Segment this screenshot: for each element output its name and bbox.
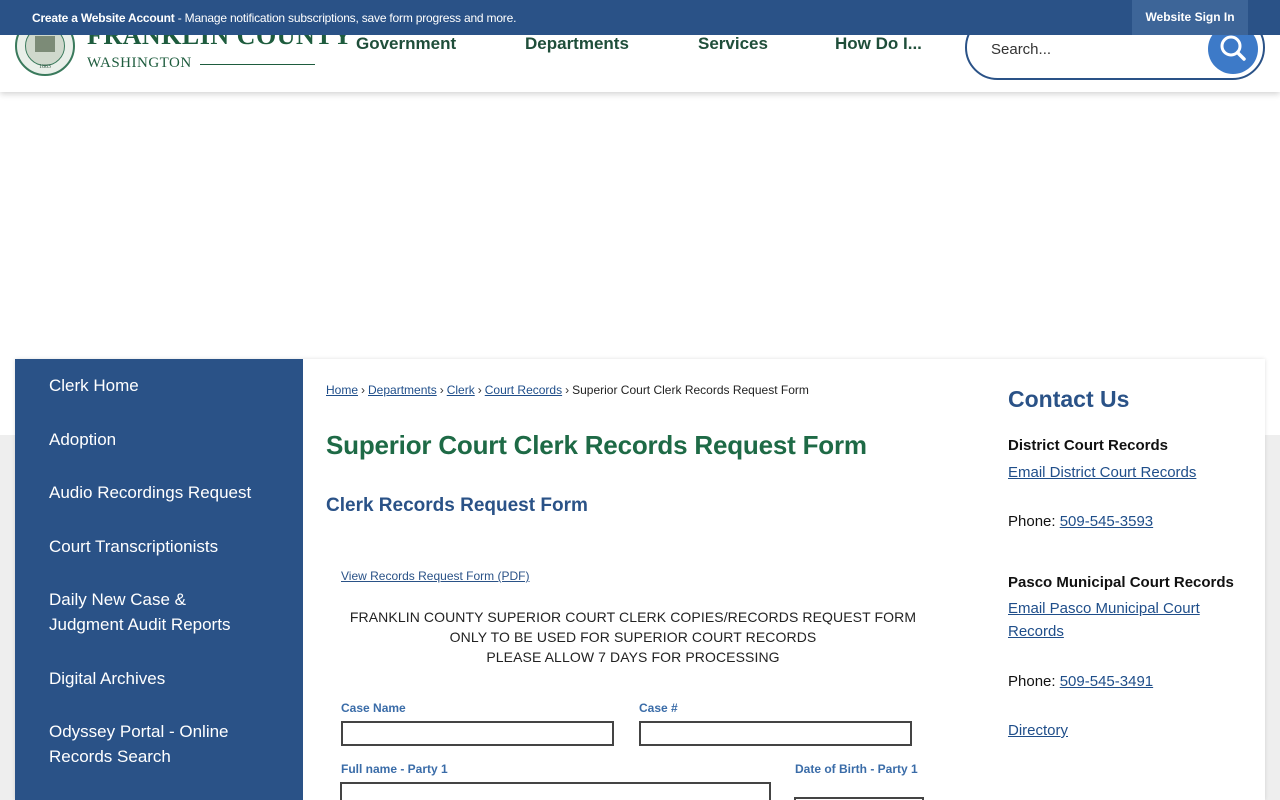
pasco-phone-link[interactable]: 509-545-3491 — [1060, 673, 1153, 690]
breadcrumb-clerk[interactable]: Clerk — [447, 383, 475, 397]
directory-link[interactable]: Directory — [1008, 719, 1238, 742]
breadcrumb-court-records[interactable]: Court Records — [485, 383, 562, 397]
view-pdf-form-link[interactable]: View Records Request Form (PDF) — [341, 569, 530, 583]
sidebar-item-digital-archives[interactable]: Digital Archives — [49, 666, 279, 691]
phone-label: Phone: — [1008, 673, 1060, 690]
phone-label: Phone: — [1008, 513, 1060, 530]
form-notice: FRANKLIN COUNTY SUPERIOR COURT CLERK COP… — [341, 607, 925, 667]
breadcrumb-current: Superior Court Clerk Records Request For… — [572, 383, 809, 397]
breadcrumb-home[interactable]: Home — [326, 383, 358, 397]
full-name-party1-label: Full name - Party 1 — [341, 762, 448, 776]
case-name-label: Case Name — [341, 701, 406, 715]
account-bar: Create a Website Account - Manage notifi… — [0, 0, 1280, 35]
sidebar-item-court-transcriptionists[interactable]: Court Transcriptionists — [49, 534, 279, 559]
breadcrumb-departments[interactable]: Departments — [368, 383, 437, 397]
breadcrumb-separator: › — [477, 383, 482, 397]
breadcrumb-separator: › — [439, 383, 444, 397]
sidebar-item-audio-recordings[interactable]: Audio Recordings Request — [49, 480, 279, 505]
pasco-phone: Phone: 509-545-3491 — [1008, 673, 1153, 690]
district-phone-link[interactable]: 509-545-3593 — [1060, 513, 1153, 530]
nav-departments[interactable]: Departments — [525, 34, 629, 54]
nav-government[interactable]: Government — [356, 34, 456, 54]
contact-heading: Contact Us — [1008, 386, 1130, 412]
create-account-link[interactable]: Create a Website Account — [32, 11, 175, 25]
courthouse-icon — [35, 36, 55, 52]
breadcrumb: Home › Departments › Clerk › Court Records › Sup… — [326, 383, 809, 397]
district-court-heading: District Court Records — [1008, 437, 1169, 454]
logo-divider — [200, 64, 315, 65]
notice-line: ONLY TO BE USED FOR SUPERIOR COURT RECOR… — [449, 629, 817, 645]
breadcrumb-separator: › — [565, 383, 570, 397]
pasco-court-heading: Pasco Municipal Court Records — [1008, 574, 1234, 591]
website-sign-in-button[interactable]: Website Sign In — [1132, 0, 1248, 35]
logo-state-name: WASHINGTON — [87, 55, 192, 71]
notice-line: FRANKLIN COUNTY SUPERIOR COURT CLERK COP… — [349, 609, 917, 625]
account-description: - Manage notification subscriptions, sav… — [174, 11, 517, 25]
search-input[interactable] — [991, 37, 1191, 61]
case-number-label: Case # — [639, 701, 678, 715]
email-district-court-link[interactable]: Email District Court Records — [1008, 461, 1238, 484]
nav-how-do-i[interactable]: How Do I... — [835, 34, 922, 54]
district-phone: Phone: 509-545-3593 — [1008, 513, 1153, 530]
notice-line: PLEASE ALLOW 7 DAYS FOR PROCESSING — [486, 649, 780, 665]
sidebar-item-daily-new-case[interactable]: Daily New Case & Judgment Audit Reports — [49, 587, 249, 637]
dob-party1-label: Date of Birth - Party 1 — [795, 762, 918, 776]
sidebar-item-odyssey-portal[interactable]: Odyssey Portal - Online Records Search — [49, 719, 249, 769]
sidebar-nav: Clerk Home Adoption Audio Recordings Req… — [15, 359, 303, 800]
breadcrumb-separator: › — [361, 383, 366, 397]
page-title: Superior Court Clerk Records Request For… — [326, 430, 867, 460]
full-name-party1-field[interactable] — [340, 782, 771, 800]
account-message: Create a Website Account - Manage notifi… — [32, 11, 516, 25]
case-name-field[interactable] — [341, 721, 614, 746]
seal-year: 1883 — [39, 64, 51, 70]
nav-services[interactable]: Services — [698, 34, 768, 54]
case-number-field[interactable] — [639, 721, 912, 746]
sidebar-item-adoption[interactable]: Adoption — [49, 427, 279, 452]
email-pasco-court-link[interactable]: Email Pasco Municipal Court Records — [1008, 597, 1238, 643]
sidebar-item-clerk-home[interactable]: Clerk Home — [49, 373, 279, 398]
form-subtitle: Clerk Records Request Form — [326, 495, 588, 516]
